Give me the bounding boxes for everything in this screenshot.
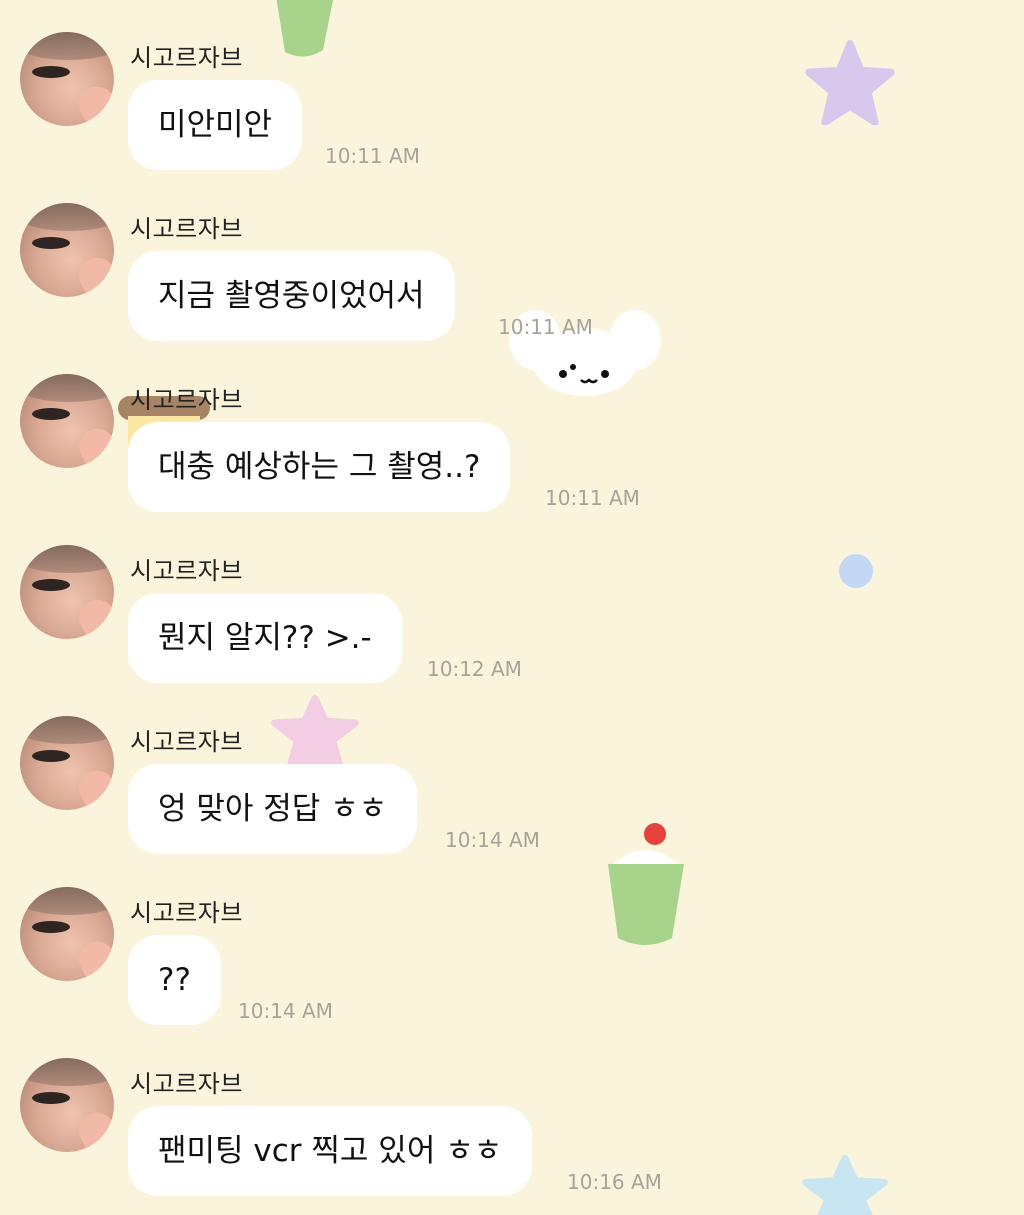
message-time: 10:11 AM [325,144,420,168]
message-time: 10:11 AM [498,315,593,339]
sender-name: 시고르자브 [130,1070,243,1098]
sender-name: 시고르자브 [130,557,243,585]
avatar[interactable] [20,1058,114,1152]
message-time: 10:14 AM [238,999,333,1023]
sender-name: 시고르자브 [130,215,243,243]
sender-name: 시고르자브 [130,386,243,414]
message-time: 10:12 AM [427,657,522,681]
message-bubble[interactable]: 팬미팅 vcr 찍고 있어 ㅎㅎ [128,1106,533,1196]
message-time: 10:16 AM [567,1170,662,1194]
message-time: 10:11 AM [545,486,640,510]
avatar[interactable] [20,32,114,126]
message-row: 시고르자브 대충 예상하는 그 촬영..? 10:11 AM [0,354,1024,514]
sender-name: 시고르자브 [130,728,243,756]
message-row: 시고르자브 미안미안 10:11 AM [0,12,1024,172]
message-bubble[interactable]: 뭔지 알지?? >.- [128,593,402,683]
avatar[interactable] [20,374,114,468]
message-bubble[interactable]: 미안미안 [128,80,303,170]
message-bubble[interactable]: 대충 예상하는 그 촬영..? [128,422,511,512]
chat-area[interactable]: 시고르자브 미안미안 10:11 AM 시고르자브 지금 촬영중이었어서 10:… [0,0,1024,1215]
message-row: 시고르자브 ?? 10:14 AM [0,867,1024,1027]
avatar[interactable] [20,203,114,297]
message-row: 시고르자브 지금 촬영중이었어서 10:11 AM [0,183,1024,343]
message-bubble[interactable]: 지금 촬영중이었어서 [128,251,455,341]
avatar[interactable] [20,887,114,981]
message-row: 시고르자브 엉 맞아 정답 ㅎㅎ 10:14 AM [0,696,1024,856]
sender-name: 시고르자브 [130,44,243,72]
sender-name: 시고르자브 [130,899,243,927]
avatar[interactable] [20,545,114,639]
message-row: 시고르자브 뭔지 알지?? >.- 10:12 AM [0,525,1024,685]
message-bubble[interactable]: ?? [128,935,221,1025]
message-row: 시고르자브 팬미팅 vcr 찍고 있어 ㅎㅎ 10:16 AM [0,1038,1024,1198]
message-time: 10:14 AM [445,828,540,852]
avatar[interactable] [20,716,114,810]
message-bubble[interactable]: 엉 맞아 정답 ㅎㅎ [128,764,418,854]
